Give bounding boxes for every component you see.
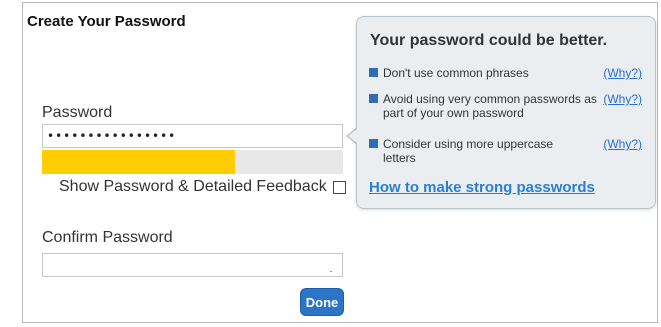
square-bullet-icon [369,68,378,77]
feedback-heading: Your password could be better. [370,32,608,49]
password-feedback-popup: Your password could be better. Don't use… [356,16,656,209]
tip-text: Don't use common phrases [383,66,529,80]
popup-pointer-inner [348,129,357,143]
strong-passwords-link[interactable]: How to make strong passwords [369,179,595,196]
why-link[interactable]: (Why?) [603,137,642,151]
why-link[interactable]: (Why?) [603,92,642,106]
show-password-checkbox[interactable] [332,180,346,194]
feedback-tip: Avoid using very common passwords as par… [369,92,645,122]
done-button[interactable]: Done [300,288,344,316]
show-password-row[interactable]: Show Password & Detailed Feedback [59,178,346,196]
square-bullet-icon [369,94,378,103]
why-link[interactable]: (Why?) [603,66,642,80]
strength-meter-fill [42,150,235,174]
feedback-tip: Consider using more uppercase letters (W… [369,137,645,167]
confirm-password-label: Confirm Password [42,229,173,246]
tip-text: Avoid using very common passwords as par… [383,92,597,120]
confirm-password-field[interactable] [42,253,343,277]
password-label: Password [42,104,113,121]
feedback-tip: Don't use common phrases (Why?) [369,66,645,82]
tip-text: Consider using more uppercase letters [383,137,554,165]
square-bullet-icon [369,139,378,148]
show-password-label: Show Password & Detailed Feedback [59,178,327,195]
password-field[interactable]: •••••••••••••••• [42,124,343,148]
page-title: Create Your Password [27,13,186,30]
strength-meter [42,150,343,174]
